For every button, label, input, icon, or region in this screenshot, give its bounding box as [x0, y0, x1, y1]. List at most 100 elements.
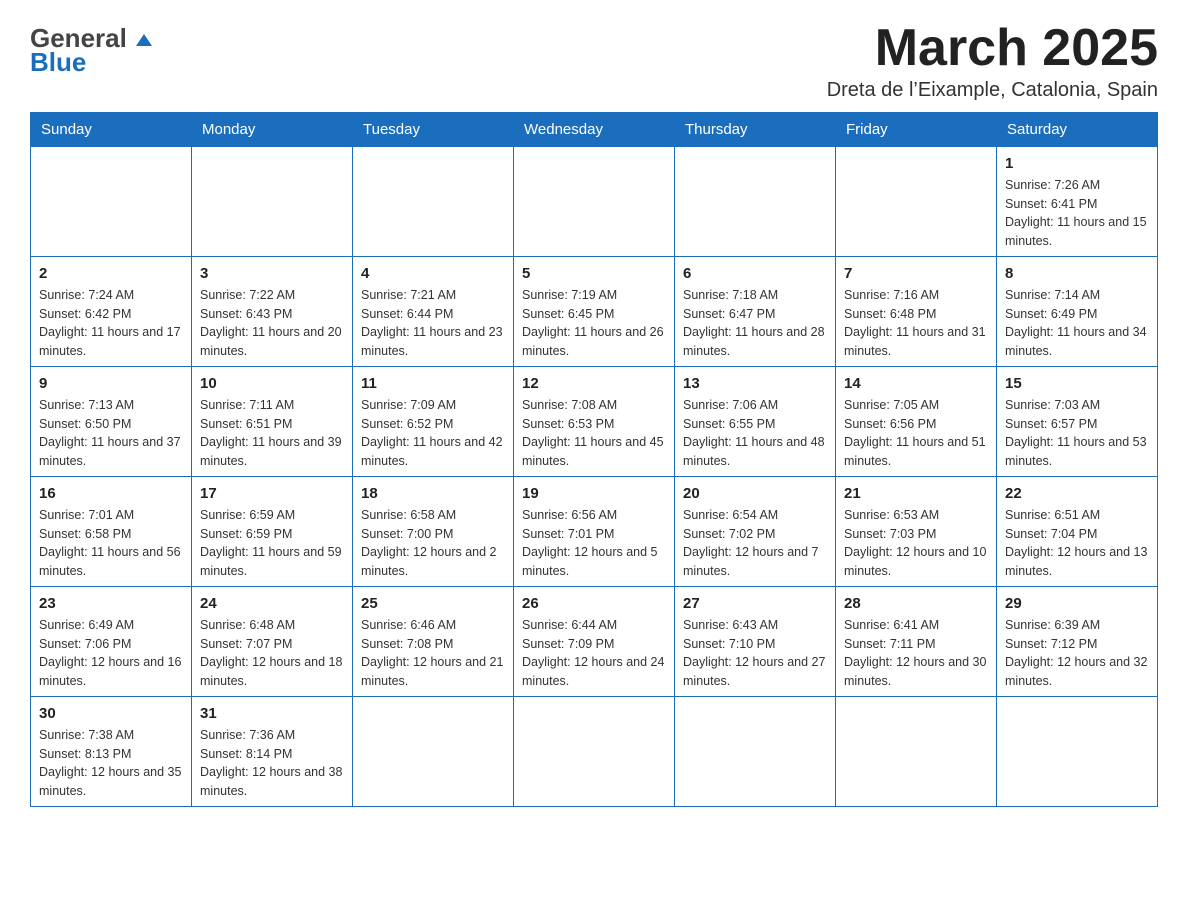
- table-row: 27 Sunrise: 6:43 AMSunset: 7:10 PMDayligh…: [675, 587, 836, 697]
- sunrise-text: Sunrise: 7:21 AMSunset: 6:44 PMDaylight:…: [361, 288, 503, 358]
- day-number: 2: [39, 263, 183, 284]
- table-row: [836, 147, 997, 257]
- table-row: 5 Sunrise: 7:19 AMSunset: 6:45 PMDaylight…: [514, 257, 675, 367]
- day-number: 11: [361, 373, 505, 394]
- day-number: 10: [200, 373, 344, 394]
- sunrise-text: Sunrise: 7:05 AMSunset: 6:56 PMDaylight:…: [844, 398, 986, 468]
- day-number: 20: [683, 483, 827, 504]
- day-number: 12: [522, 373, 666, 394]
- table-row: [675, 147, 836, 257]
- table-row: 3 Sunrise: 7:22 AMSunset: 6:43 PMDaylight…: [192, 257, 353, 367]
- table-row: [675, 697, 836, 807]
- table-row: [353, 147, 514, 257]
- day-number: 28: [844, 593, 988, 614]
- table-row: 1 Sunrise: 7:26 AMSunset: 6:41 PMDaylight…: [997, 147, 1158, 257]
- sunrise-text: Sunrise: 7:22 AMSunset: 6:43 PMDaylight:…: [200, 288, 342, 358]
- table-row: 15 Sunrise: 7:03 AMSunset: 6:57 PMDayligh…: [997, 367, 1158, 477]
- sunrise-text: Sunrise: 6:48 AMSunset: 7:07 PMDaylight:…: [200, 618, 342, 688]
- day-number: 22: [1005, 483, 1149, 504]
- logo-blue-text: Blue: [30, 47, 86, 77]
- table-row: 4 Sunrise: 7:21 AMSunset: 6:44 PMDaylight…: [353, 257, 514, 367]
- sunrise-text: Sunrise: 7:36 AMSunset: 8:14 PMDaylight:…: [200, 728, 342, 798]
- day-number: 13: [683, 373, 827, 394]
- sunrise-text: Sunrise: 6:53 AMSunset: 7:03 PMDaylight:…: [844, 508, 986, 578]
- col-wednesday: Wednesday: [514, 113, 675, 147]
- sunrise-text: Sunrise: 6:56 AMSunset: 7:01 PMDaylight:…: [522, 508, 658, 578]
- table-row: 31Sunrise: 7:36 AMSunset: 8:14 PMDayligh…: [192, 697, 353, 807]
- table-row: 2 Sunrise: 7:24 AMSunset: 6:42 PMDaylight…: [31, 257, 192, 367]
- day-number: 17: [200, 483, 344, 504]
- day-number: 15: [1005, 373, 1149, 394]
- table-row: 10 Sunrise: 7:11 AMSunset: 6:51 PMDayligh…: [192, 367, 353, 477]
- page-header: General Blue March 2025 Dreta de l’Eixam…: [30, 20, 1158, 102]
- sunrise-text: Sunrise: 7:16 AMSunset: 6:48 PMDaylight:…: [844, 288, 986, 358]
- sunrise-text: Sunrise: 7:06 AMSunset: 6:55 PMDaylight:…: [683, 398, 825, 468]
- day-number: 30: [39, 703, 183, 724]
- sunrise-text: Sunrise: 7:08 AMSunset: 6:53 PMDaylight:…: [522, 398, 664, 468]
- table-row: 18Sunrise: 6:58 AMSunset: 7:00 PMDayligh…: [353, 477, 514, 587]
- day-number: 1: [1005, 153, 1149, 174]
- sunrise-text: Sunrise: 6:51 AMSunset: 7:04 PMDaylight:…: [1005, 508, 1147, 578]
- main-title: March 2025: [827, 20, 1158, 77]
- logo-triangle-icon: [127, 23, 154, 53]
- sunrise-text: Sunrise: 6:46 AMSunset: 7:08 PMDaylight:…: [361, 618, 503, 688]
- table-row: [997, 697, 1158, 807]
- table-row: 23 Sunrise: 6:49 AMSunset: 7:06 PMDayligh…: [31, 587, 192, 697]
- sunrise-text: Sunrise: 6:49 AMSunset: 7:06 PMDaylight:…: [39, 618, 181, 688]
- calendar-table: Sunday Monday Tuesday Wednesday Thursday…: [30, 112, 1158, 807]
- sunrise-text: Sunrise: 7:11 AMSunset: 6:51 PMDaylight:…: [200, 398, 342, 468]
- subtitle: Dreta de l’Eixample, Catalonia, Spain: [827, 79, 1158, 102]
- day-number: 4: [361, 263, 505, 284]
- table-row: 13 Sunrise: 7:06 AMSunset: 6:55 PMDayligh…: [675, 367, 836, 477]
- sunrise-text: Sunrise: 7:26 AMSunset: 6:41 PMDaylight:…: [1005, 178, 1147, 248]
- table-row: 26Sunrise: 6:44 AMSunset: 7:09 PMDayligh…: [514, 587, 675, 697]
- day-number: 27: [683, 593, 827, 614]
- table-row: 17 Sunrise: 6:59 AMSunset: 6:59 PMDayligh…: [192, 477, 353, 587]
- sunrise-text: Sunrise: 7:13 AMSunset: 6:50 PMDaylight:…: [39, 398, 181, 468]
- calendar-week-row: 2 Sunrise: 7:24 AMSunset: 6:42 PMDaylight…: [31, 257, 1158, 367]
- table-row: 21 Sunrise: 6:53 AMSunset: 7:03 PMDayligh…: [836, 477, 997, 587]
- table-row: [514, 697, 675, 807]
- day-number: 29: [1005, 593, 1149, 614]
- table-row: 25 Sunrise: 6:46 AMSunset: 7:08 PMDayligh…: [353, 587, 514, 697]
- table-row: [836, 697, 997, 807]
- sunrise-text: Sunrise: 7:19 AMSunset: 6:45 PMDaylight:…: [522, 288, 664, 358]
- sunrise-text: Sunrise: 6:54 AMSunset: 7:02 PMDaylight:…: [683, 508, 819, 578]
- calendar-week-row: 23 Sunrise: 6:49 AMSunset: 7:06 PMDayligh…: [31, 587, 1158, 697]
- sunrise-text: Sunrise: 6:59 AMSunset: 6:59 PMDaylight:…: [200, 508, 342, 578]
- col-monday: Monday: [192, 113, 353, 147]
- day-number: 21: [844, 483, 988, 504]
- table-row: 16Sunrise: 7:01 AMSunset: 6:58 PMDayligh…: [31, 477, 192, 587]
- day-number: 23: [39, 593, 183, 614]
- day-number: 8: [1005, 263, 1149, 284]
- table-row: 14Sunrise: 7:05 AMSunset: 6:56 PMDayligh…: [836, 367, 997, 477]
- table-row: 20 Sunrise: 6:54 AMSunset: 7:02 PMDayligh…: [675, 477, 836, 587]
- day-number: 16: [39, 483, 183, 504]
- table-row: [514, 147, 675, 257]
- day-number: 9: [39, 373, 183, 394]
- day-number: 24: [200, 593, 344, 614]
- day-number: 25: [361, 593, 505, 614]
- table-row: 19Sunrise: 6:56 AMSunset: 7:01 PMDayligh…: [514, 477, 675, 587]
- sunrise-text: Sunrise: 7:38 AMSunset: 8:13 PMDaylight:…: [39, 728, 181, 798]
- day-number: 3: [200, 263, 344, 284]
- calendar-week-row: 1 Sunrise: 7:26 AMSunset: 6:41 PMDaylight…: [31, 147, 1158, 257]
- sunrise-text: Sunrise: 6:58 AMSunset: 7:00 PMDaylight:…: [361, 508, 497, 578]
- day-number: 6: [683, 263, 827, 284]
- table-row: [31, 147, 192, 257]
- calendar-week-row: 16Sunrise: 7:01 AMSunset: 6:58 PMDayligh…: [31, 477, 1158, 587]
- table-row: 12 Sunrise: 7:08 AMSunset: 6:53 PMDayligh…: [514, 367, 675, 477]
- sunrise-text: Sunrise: 6:43 AMSunset: 7:10 PMDaylight:…: [683, 618, 825, 688]
- logo: General Blue: [30, 25, 154, 76]
- calendar-header-row: Sunday Monday Tuesday Wednesday Thursday…: [31, 113, 1158, 147]
- table-row: 28Sunrise: 6:41 AMSunset: 7:11 PMDayligh…: [836, 587, 997, 697]
- calendar-week-row: 9 Sunrise: 7:13 AMSunset: 6:50 PMDaylight…: [31, 367, 1158, 477]
- title-block: March 2025 Dreta de l’Eixample, Cataloni…: [827, 20, 1158, 102]
- sunrise-text: Sunrise: 6:44 AMSunset: 7:09 PMDaylight:…: [522, 618, 664, 688]
- sunrise-text: Sunrise: 7:14 AMSunset: 6:49 PMDaylight:…: [1005, 288, 1147, 358]
- day-number: 5: [522, 263, 666, 284]
- sunrise-text: Sunrise: 7:03 AMSunset: 6:57 PMDaylight:…: [1005, 398, 1147, 468]
- table-row: [353, 697, 514, 807]
- sunrise-text: Sunrise: 7:24 AMSunset: 6:42 PMDaylight:…: [39, 288, 181, 358]
- col-saturday: Saturday: [997, 113, 1158, 147]
